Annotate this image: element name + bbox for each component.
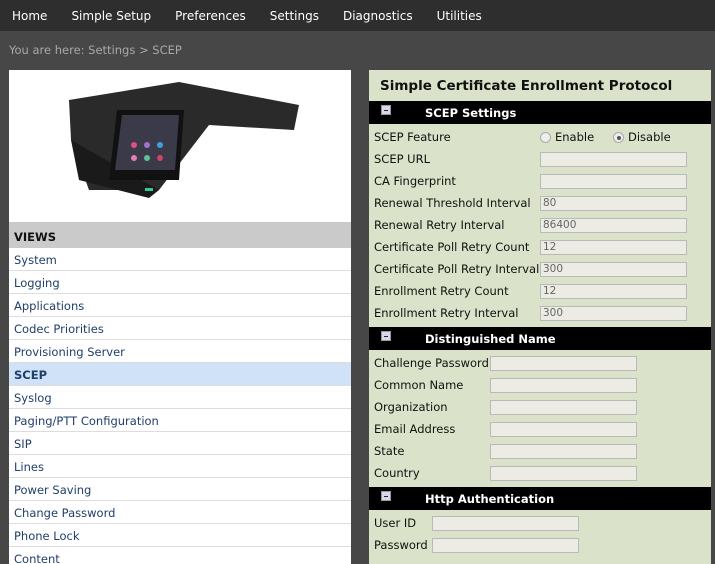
section-title: Distinguished Name xyxy=(425,332,556,346)
organization-input[interactable] xyxy=(490,400,637,415)
sidebar-item-syslog[interactable]: Syslog xyxy=(9,386,351,409)
sidebar-item-codec-priorities[interactable]: Codec Priorities xyxy=(9,317,351,340)
sidebar-item-lines[interactable]: Lines xyxy=(9,455,351,478)
country-input[interactable] xyxy=(490,466,637,481)
form-row: Organization xyxy=(369,396,711,418)
nav-preferences[interactable]: Preferences xyxy=(175,9,246,23)
field-label: Certificate Poll Retry Interval xyxy=(374,262,539,276)
field-label: Challenge Password xyxy=(374,356,489,370)
field-label: CA Fingerprint xyxy=(374,174,456,188)
top-nav: Home Simple Setup Preferences Settings D… xyxy=(0,0,715,31)
enrollment-retry-interval-input[interactable] xyxy=(540,306,687,321)
form-row: Enrollment Retry Interval xyxy=(369,302,711,324)
sidebar-item-change-password[interactable]: Change Password xyxy=(9,501,351,524)
sidebar-item-provisioning-server[interactable]: Provisioning Server xyxy=(9,340,351,363)
scep-feature-row: SCEP Feature Enable Disable xyxy=(369,126,711,148)
renewal-threshold-interval-input[interactable] xyxy=(540,196,687,211)
field-label: Organization xyxy=(374,400,448,414)
radio-label: Disable xyxy=(628,130,671,144)
form-row: Country xyxy=(369,462,711,484)
sidebar-item-system[interactable]: System xyxy=(9,248,351,271)
form-row: Email Address xyxy=(369,418,711,440)
field-label: Enrollment Retry Interval xyxy=(374,306,518,320)
radio-label: Enable xyxy=(555,130,594,144)
field-label: Renewal Retry Interval xyxy=(374,218,505,232)
form-row: User ID xyxy=(369,512,711,534)
field-label: Enrollment Retry Count xyxy=(374,284,509,298)
form-row: Renewal Threshold Interval xyxy=(369,192,711,214)
sidebar-item-sip[interactable]: SIP xyxy=(9,432,351,455)
certificate-poll-retry-count-input[interactable] xyxy=(540,240,687,255)
form-row: Challenge Password xyxy=(369,352,711,374)
nav-settings[interactable]: Settings xyxy=(270,9,319,23)
sidebar-item-applications[interactable]: Applications xyxy=(9,294,351,317)
nav-home[interactable]: Home xyxy=(12,9,47,23)
radio-icon[interactable] xyxy=(540,132,551,143)
form-row: SCEP URL xyxy=(369,148,711,170)
field-label: Email Address xyxy=(374,422,455,436)
sidebar-item-content[interactable]: Content xyxy=(9,547,351,564)
renewal-retry-interval-input[interactable] xyxy=(540,218,687,233)
challenge-password-input[interactable] xyxy=(490,356,637,371)
sidebar: VIEWS SystemLoggingApplicationsCodec Pri… xyxy=(9,70,351,564)
sidebar-item-phone-lock[interactable]: Phone Lock xyxy=(9,524,351,547)
section-title: Http Authentication xyxy=(425,492,554,506)
nav-simple-setup[interactable]: Simple Setup xyxy=(71,9,151,23)
field-label: Certificate Poll Retry Count xyxy=(374,240,529,254)
certificate-poll-retry-interval-input[interactable] xyxy=(540,262,687,277)
ca-fingerprint-input[interactable] xyxy=(540,174,687,189)
form-row: Certificate Poll Retry Count xyxy=(369,236,711,258)
collapse-icon[interactable] xyxy=(381,105,391,115)
sidebar-item-logging[interactable]: Logging xyxy=(9,271,351,294)
password-input[interactable] xyxy=(432,538,579,553)
state-input[interactable] xyxy=(490,444,637,459)
breadcrumb: You are here: Settings > SCEP xyxy=(9,43,182,57)
form-row: Renewal Retry Interval xyxy=(369,214,711,236)
phone-image xyxy=(9,70,351,222)
collapse-icon[interactable] xyxy=(381,491,391,501)
field-label: SCEP URL xyxy=(374,152,430,166)
page-title: Simple Certificate Enrollment Protocol xyxy=(369,70,711,101)
views-header: VIEWS xyxy=(9,222,351,248)
field-label: SCEP Feature xyxy=(374,130,451,144)
collapse-icon[interactable] xyxy=(381,331,391,341)
form-row: Common Name xyxy=(369,374,711,396)
common-name-input[interactable] xyxy=(490,378,637,393)
sidebar-item-scep[interactable]: SCEP xyxy=(9,363,351,386)
form-row: State xyxy=(369,440,711,462)
field-label: Country xyxy=(374,466,420,480)
field-label: Renewal Threshold Interval xyxy=(374,196,531,210)
scep-url-input[interactable] xyxy=(540,152,687,167)
enable-radio[interactable]: Enable xyxy=(540,130,594,144)
field-label: Password xyxy=(374,538,428,552)
form-row: Password xyxy=(369,534,711,556)
form-row: CA Fingerprint xyxy=(369,170,711,192)
user-id-input[interactable] xyxy=(432,516,579,531)
field-label: Common Name xyxy=(374,378,463,392)
conference-phone-icon xyxy=(9,70,351,222)
section-distinguished-name[interactable]: Distinguished Name xyxy=(369,327,711,350)
form-row: Enrollment Retry Count xyxy=(369,280,711,302)
section-scep-settings[interactable]: SCEP Settings xyxy=(369,101,711,124)
section-http-authentication[interactable]: Http Authentication xyxy=(369,487,711,510)
sidebar-item-power-saving[interactable]: Power Saving xyxy=(9,478,351,501)
field-label: State xyxy=(374,444,404,458)
form-row: Certificate Poll Retry Interval xyxy=(369,258,711,280)
field-label: User ID xyxy=(374,516,416,530)
email-address-input[interactable] xyxy=(490,422,637,437)
nav-utilities[interactable]: Utilities xyxy=(437,9,482,23)
section-title: SCEP Settings xyxy=(425,106,516,120)
disable-radio[interactable]: Disable xyxy=(613,130,671,144)
radio-selected-icon[interactable] xyxy=(613,132,624,143)
enrollment-retry-count-input[interactable] xyxy=(540,284,687,299)
scep-panel: Simple Certificate Enrollment Protocol S… xyxy=(369,70,711,564)
sidebar-item-paging-ptt-configuration[interactable]: Paging/PTT Configuration xyxy=(9,409,351,432)
nav-diagnostics[interactable]: Diagnostics xyxy=(343,9,413,23)
